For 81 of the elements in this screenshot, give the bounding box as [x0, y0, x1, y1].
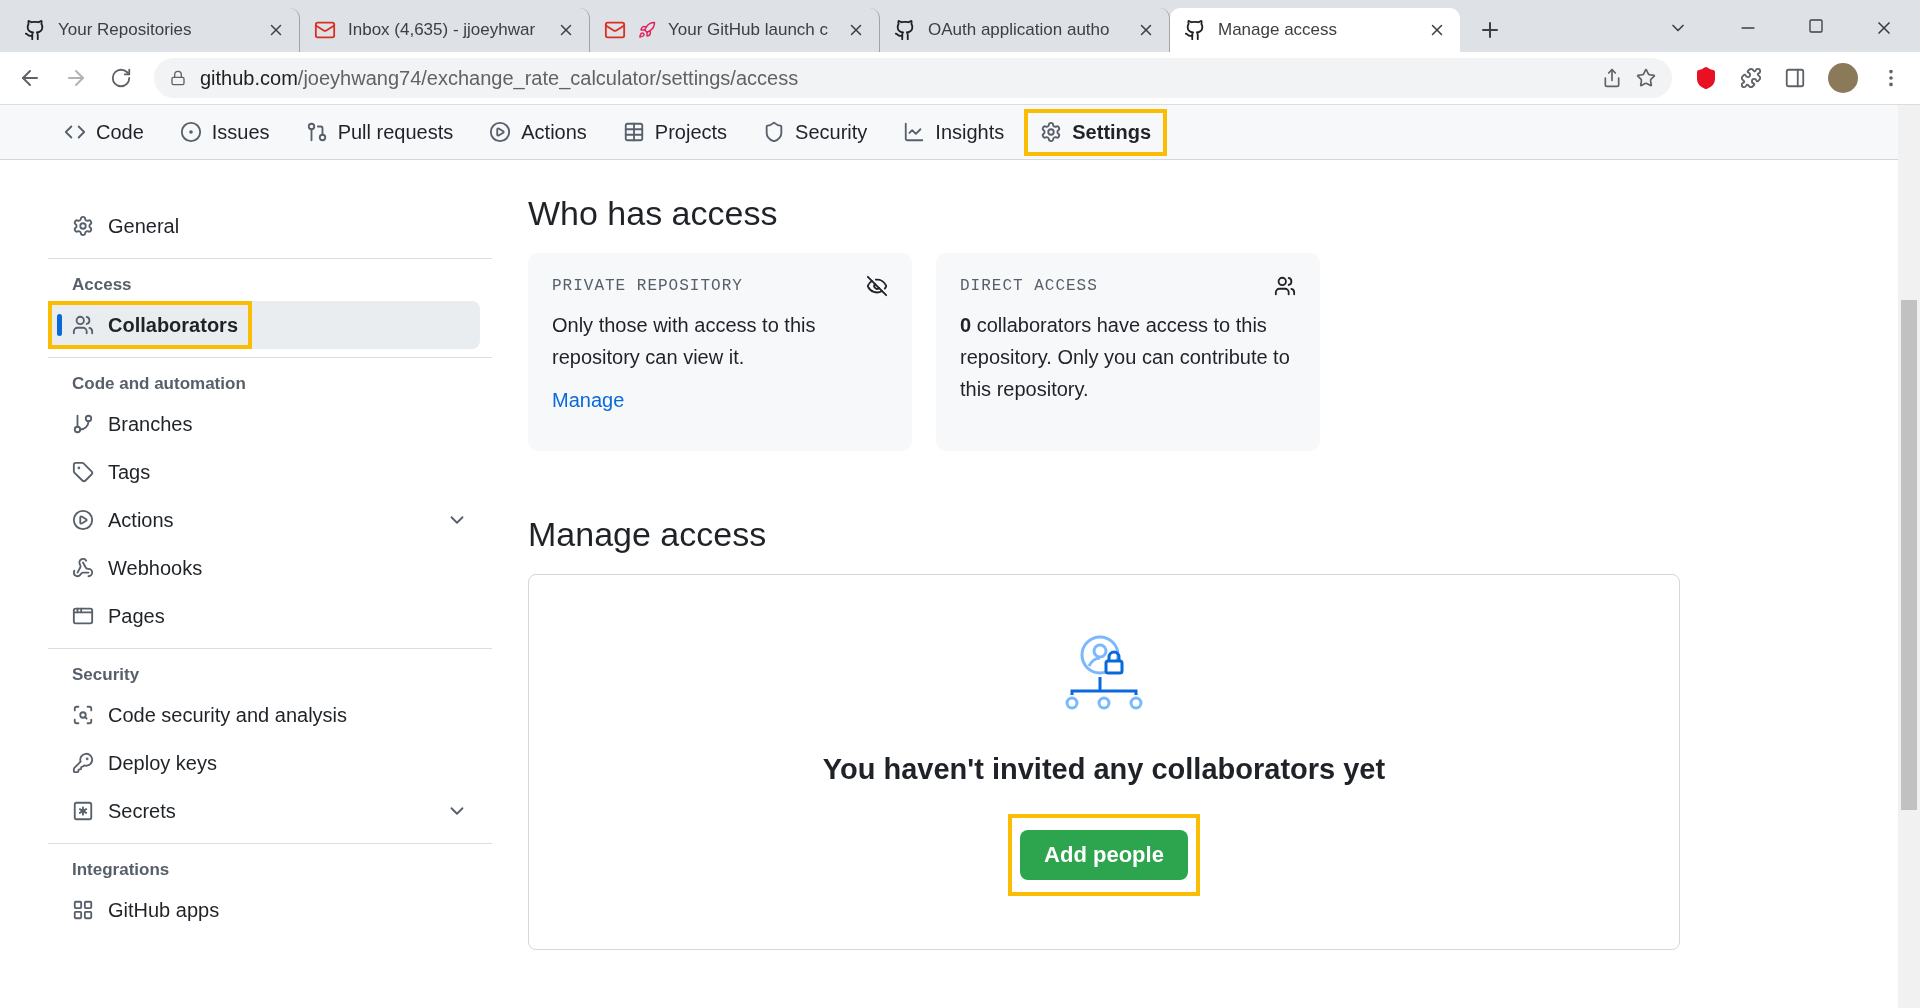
play-icon	[489, 121, 512, 143]
webhook-icon	[72, 557, 94, 579]
tag-icon	[72, 461, 94, 483]
circle-dot-icon	[179, 121, 202, 143]
people-icon	[1274, 275, 1296, 297]
sidebar-label: GitHub apps	[108, 898, 220, 922]
sidebar-label: Pages	[108, 604, 165, 628]
repo-tab[interactable]: Settings	[1024, 108, 1168, 156]
sidebar-item[interactable]: Pages	[48, 592, 480, 640]
section-heading: Code and automation	[71, 373, 247, 395]
table-icon	[622, 121, 645, 143]
repo-tab[interactable]: Insights	[887, 108, 1021, 156]
restore-icon[interactable]	[1808, 18, 1824, 34]
pull-request-icon	[305, 121, 328, 143]
sidebar-label: Collaborators	[108, 313, 239, 337]
manage-link[interactable]: Manage	[552, 389, 625, 412]
apps-icon	[72, 899, 94, 921]
empty-message: You haven't invited any collaborators yet	[822, 753, 1386, 786]
extensions-icon[interactable]	[1740, 67, 1762, 89]
sidebar-item[interactable]: Webhooks	[48, 544, 480, 592]
share-icon[interactable]	[1602, 68, 1622, 88]
sidebar-label: Deploy keys	[108, 751, 217, 775]
card-label: PRIVATE REPOSITORY	[552, 277, 743, 295]
side-panel-icon[interactable]	[1784, 67, 1806, 89]
section-heading: Security	[71, 664, 141, 686]
card-text: Only those with access to this repository can view it.	[552, 313, 817, 370]
sidebar-label: General	[108, 214, 180, 238]
key-icon	[72, 752, 94, 774]
section-heading: Integrations	[71, 859, 171, 881]
card-label: DIRECT ACCESS	[960, 277, 1098, 295]
eye-slash-icon	[866, 275, 888, 297]
sidebar-item[interactable]: Deploy keys	[48, 739, 480, 787]
star-icon[interactable]	[1636, 68, 1656, 88]
card-text: 0 collaborators have access to this repository. Only you can contribute to this repository.	[960, 313, 1291, 402]
github-icon	[894, 19, 916, 41]
github-icon	[24, 19, 46, 41]
sidebar-item[interactable]: GitHub apps	[48, 886, 480, 934]
sidebar-item[interactable]: Tags	[48, 448, 480, 496]
repo-tab[interactable]: Security	[747, 108, 884, 156]
repo-tab[interactable]: Issues	[163, 108, 286, 156]
sidebar-label: Webhooks	[108, 556, 203, 580]
sidebar-item[interactable]: Branches	[48, 400, 480, 448]
branch-icon	[72, 413, 94, 435]
scrollbar[interactable]	[1898, 105, 1920, 1008]
code-scan-icon	[72, 704, 94, 726]
window-icon	[72, 605, 94, 627]
section-heading: Access	[71, 274, 133, 296]
play-icon	[72, 509, 94, 531]
shield-icon[interactable]	[1694, 66, 1718, 90]
settings-icon	[72, 215, 94, 237]
sidebar-item[interactable]: Code security and analysis	[48, 691, 480, 739]
selection-bar	[57, 314, 62, 336]
section-title: Manage access	[528, 515, 768, 554]
lock-icon	[170, 70, 186, 86]
sidebar-label: Branches	[108, 412, 193, 436]
repo-tab[interactable]: Actions	[473, 108, 603, 156]
sidebar-label: Secrets	[108, 799, 176, 823]
reload-icon[interactable]	[110, 67, 132, 89]
browser-tab[interactable]: Manage access	[1170, 8, 1460, 52]
address-bar[interactable]: github.com/joeyhwang74/exchange_rate_calculator/settings/access	[154, 58, 1672, 98]
repo-tab[interactable]: Projects	[606, 108, 744, 156]
sidebar-label: Actions	[108, 508, 174, 532]
sidebar-item[interactable]: Secrets	[48, 787, 480, 835]
section-title: Who has access	[528, 194, 779, 233]
mail-icon	[314, 19, 336, 41]
avatar[interactable]	[1828, 63, 1858, 93]
repo-tab[interactable]: Pull requests	[289, 108, 470, 156]
graph-icon	[903, 121, 926, 143]
asterisk-icon	[72, 800, 94, 822]
sidebar-item[interactable]: Actions	[48, 496, 480, 544]
scrollbar-thumb[interactable]	[1901, 300, 1917, 810]
rocket-icon	[638, 21, 656, 39]
sidebar-item[interactable]: General	[48, 202, 480, 250]
sidebar-label: Code security and analysis	[108, 703, 347, 727]
sidebar-item[interactable]: Collaborators	[48, 301, 480, 349]
settings-icon	[1040, 121, 1063, 143]
people-icon	[72, 314, 94, 336]
repo-tab[interactable]: Code	[48, 108, 160, 156]
mail-icon	[604, 19, 626, 41]
github-icon	[1184, 19, 1206, 41]
sidebar-label: Tags	[108, 460, 151, 484]
